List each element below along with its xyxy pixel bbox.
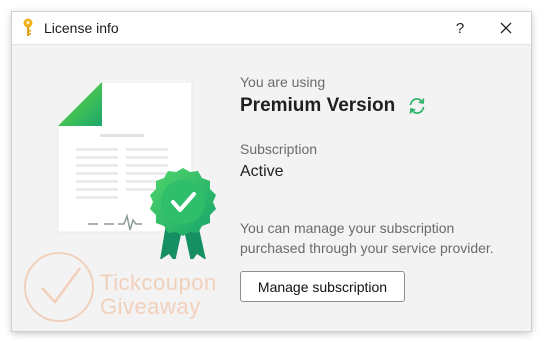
manage-subscription-button[interactable]: Manage subscription	[240, 271, 405, 302]
window-title: License info	[44, 20, 119, 36]
watermark: Tickcoupon Giveaway	[22, 250, 222, 324]
license-info-window: License info ? You are using Premium Ver…	[12, 12, 531, 331]
watermark-check-icon	[24, 252, 94, 322]
subscription-status: Active	[240, 163, 284, 180]
refresh-icon[interactable]	[407, 96, 427, 116]
manage-note: You can manage your subscription purchas…	[240, 220, 494, 256]
help-button[interactable]: ?	[437, 12, 483, 44]
help-icon: ?	[455, 19, 465, 37]
close-icon	[500, 22, 512, 34]
title-bar: License info ?	[12, 12, 531, 45]
license-details: You are using Premium Version Subscripti…	[240, 74, 520, 181]
key-icon	[23, 18, 33, 36]
close-button[interactable]	[483, 12, 529, 44]
certificate-illustration	[57, 79, 216, 259]
watermark-line1: Tickcoupon	[100, 270, 217, 295]
subscription-label: Subscription	[240, 141, 318, 157]
version-value: Premium Version	[240, 95, 396, 116]
using-label: You are using	[240, 74, 326, 90]
watermark-line2: Giveaway	[100, 294, 201, 319]
version-row: Premium Version	[240, 95, 520, 117]
